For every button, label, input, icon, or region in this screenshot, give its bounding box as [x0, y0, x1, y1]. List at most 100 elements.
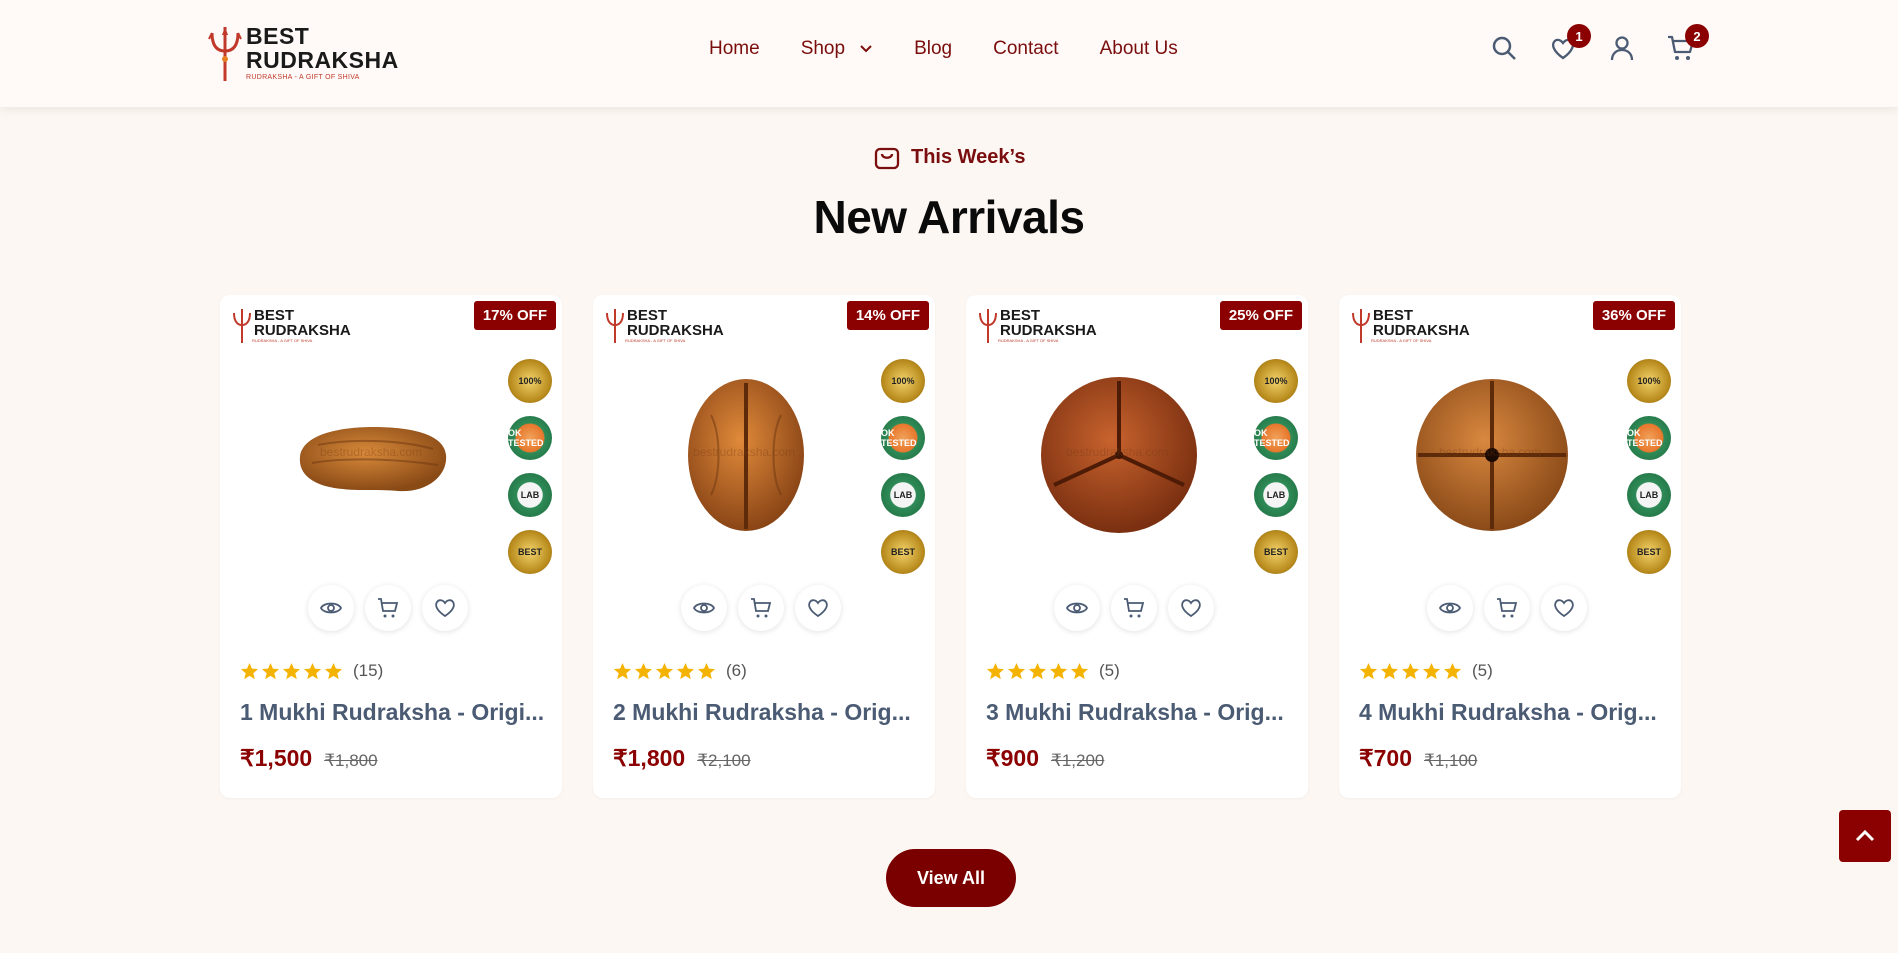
star-icon: [697, 662, 716, 679]
nav-contact[interactable]: Contact: [993, 38, 1058, 60]
star-rating: [613, 662, 718, 681]
original-price: ₹1,800: [324, 751, 378, 770]
best-quality-seal-icon: BEST: [1254, 530, 1298, 574]
card-brand-logo: BEST RUDRAKSHA RUDRAKSHA - A GIFT OF SHI…: [978, 307, 1097, 345]
nav-shop[interactable]: Shop: [801, 38, 873, 60]
best-quality-seal-icon: BEST: [881, 530, 925, 574]
certification-seals: 100% OK TESTED LAB BEST: [881, 359, 925, 587]
wishlist-count-badge: 1: [1567, 24, 1591, 48]
lab-tested-seal-icon: LAB: [1254, 473, 1298, 517]
user-icon: [1610, 36, 1634, 61]
heart-icon: [808, 599, 828, 618]
product-price: ₹700 ₹1,100: [1359, 745, 1477, 772]
card-brand-line2: RUDRAKSHA: [1000, 321, 1097, 339]
product-name[interactable]: 2 Mukhi Rudraksha - Orig...: [613, 699, 923, 726]
nav-home[interactable]: Home: [709, 38, 760, 60]
add-to-cart-button[interactable]: [1111, 585, 1157, 631]
chevron-up-icon: [1855, 829, 1875, 842]
best-quality-seal-icon: BEST: [1627, 530, 1671, 574]
add-to-wishlist-button[interactable]: [1168, 585, 1214, 631]
wishlist-button[interactable]: 1: [1545, 24, 1591, 66]
best-quality-seal-icon: BEST: [508, 530, 552, 574]
star-icon: [1070, 662, 1089, 679]
add-to-wishlist-button[interactable]: [1541, 585, 1587, 631]
card-brand-line2: RUDRAKSHA: [1373, 321, 1470, 339]
add-to-cart-button[interactable]: [1484, 585, 1530, 631]
card-actions: [681, 585, 852, 631]
image-watermark: bestrudraksha.com: [1066, 445, 1169, 459]
certification-seals: 100% OK TESTED LAB BEST: [508, 359, 552, 587]
product-price: ₹1,500 ₹1,800: [240, 745, 378, 772]
star-icon: [1422, 662, 1441, 679]
product-card[interactable]: BEST RUDRAKSHA RUDRAKSHA - A GIFT OF SHI…: [1339, 295, 1681, 798]
cart-count-badge: 2: [1685, 24, 1709, 48]
brand-line2: RUDRAKSHA: [246, 47, 399, 73]
star-rating: [240, 662, 345, 681]
card-brand-logo: BEST RUDRAKSHA RUDRAKSHA - A GIFT OF SHI…: [605, 307, 724, 345]
trident-icon: [1352, 309, 1370, 343]
nav-about[interactable]: About Us: [1100, 38, 1178, 60]
view-all-button[interactable]: View All: [886, 849, 1016, 907]
star-icon: [1049, 662, 1068, 679]
star-icon: [1007, 662, 1026, 679]
star-icon: [1401, 662, 1420, 679]
card-brand-tagline: RUDRAKSHA - A GIFT OF SHIVA: [625, 337, 686, 343]
ok-tested-seal-icon: OK TESTED: [1627, 416, 1671, 460]
guarantee-seal-icon: 100%: [1627, 359, 1671, 403]
add-to-wishlist-button[interactable]: [422, 585, 468, 631]
product-card[interactable]: BEST RUDRAKSHA RUDRAKSHA - A GIFT OF SHI…: [966, 295, 1308, 798]
trident-icon: [606, 309, 624, 343]
certification-seals: 100% OK TESTED LAB BEST: [1254, 359, 1298, 587]
star-icon: [324, 662, 343, 679]
quick-view-button[interactable]: [308, 585, 354, 631]
star-icon: [1380, 662, 1399, 679]
product-card[interactable]: BEST RUDRAKSHA RUDRAKSHA - A GIFT OF SHI…: [593, 295, 935, 798]
brand-logo[interactable]: BEST RUDRAKSHA RUDRAKSHA - A GIFT OF SHI…: [208, 22, 408, 84]
star-icon: [676, 662, 695, 679]
certification-seals: 100% OK TESTED LAB BEST: [1627, 359, 1671, 587]
quick-view-button[interactable]: [1054, 585, 1100, 631]
eyebrow-text: This Week’s: [911, 145, 1026, 168]
star-icon: [655, 662, 674, 679]
nav-blog[interactable]: Blog: [914, 38, 952, 60]
cart-icon: [378, 598, 399, 618]
header-actions: 1 2: [1486, 24, 1722, 66]
brand-line1: BEST: [246, 23, 310, 49]
image-watermark: bestrudraksha.com: [693, 445, 796, 459]
account-button[interactable]: [1604, 30, 1640, 66]
section-title: New Arrivals: [813, 191, 1086, 243]
product-price: ₹900 ₹1,200: [986, 745, 1104, 772]
search-button[interactable]: [1486, 30, 1522, 66]
ok-tested-seal-icon: OK TESTED: [1254, 416, 1298, 460]
card-actions: [1427, 585, 1598, 631]
star-icon: [986, 662, 1005, 679]
sale-price: ₹1,800: [613, 745, 686, 771]
star-icon: [634, 662, 653, 679]
eye-icon: [692, 602, 716, 614]
search-icon: [1492, 36, 1516, 60]
trident-icon: [979, 309, 997, 343]
star-icon: [303, 662, 322, 679]
trident-icon: [233, 309, 251, 343]
add-to-cart-button[interactable]: [365, 585, 411, 631]
site-header: BEST RUDRAKSHA RUDRAKSHA - A GIFT OF SHI…: [0, 0, 1898, 107]
card-actions: [1054, 585, 1225, 631]
original-price: ₹1,200: [1051, 751, 1105, 770]
card-brand-logo: BEST RUDRAKSHA RUDRAKSHA - A GIFT OF SHI…: [1351, 307, 1470, 345]
card-actions: [308, 585, 479, 631]
cart-button[interactable]: 2: [1663, 24, 1709, 66]
quick-view-button[interactable]: [1427, 585, 1473, 631]
add-to-wishlist-button[interactable]: [795, 585, 841, 631]
shopping-bag-icon: [874, 147, 900, 170]
product-name[interactable]: 1 Mukhi Rudraksha - Origi...: [240, 699, 550, 726]
product-card[interactable]: BEST RUDRAKSHA RUDRAKSHA - A GIFT OF SHI…: [220, 295, 562, 798]
card-brand-logo: BEST RUDRAKSHA RUDRAKSHA - A GIFT OF SHI…: [232, 307, 351, 345]
product-name[interactable]: 4 Mukhi Rudraksha - Orig...: [1359, 699, 1669, 726]
add-to-cart-button[interactable]: [738, 585, 784, 631]
quick-view-button[interactable]: [681, 585, 727, 631]
scroll-to-top-button[interactable]: [1839, 810, 1891, 862]
image-watermark: bestrudraksha.com: [1439, 445, 1542, 459]
discount-badge: 14% OFF: [846, 301, 929, 330]
star-icon: [282, 662, 301, 679]
product-name[interactable]: 3 Mukhi Rudraksha - Orig...: [986, 699, 1296, 726]
